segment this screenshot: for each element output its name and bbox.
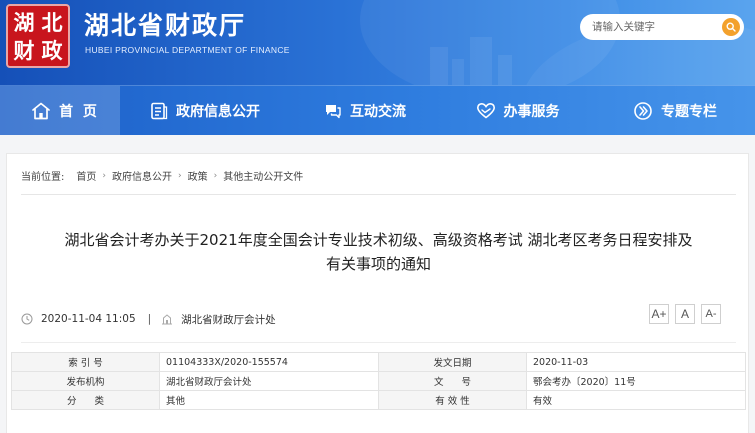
info-key: 有 效 性 — [378, 390, 527, 410]
header-decoration — [498, 55, 512, 85]
table-row: 分 类 其他 有 效 性 有效 — [11, 390, 746, 410]
chat-icon — [326, 105, 341, 119]
font-size-controls: A+ A A- — [649, 304, 721, 324]
main-nav: 首 页 政府信息公开 互动交流 办事服务 专题专栏 — [0, 85, 755, 136]
breadcrumb-label: 当前位置: — [21, 172, 65, 183]
finance-seal-logo[interactable]: 湖 北 财 政 — [6, 4, 70, 68]
clock-icon — [21, 313, 33, 325]
table-row: 索 引 号 01104333X/2020-155574 发文日期 2020-11… — [11, 352, 746, 372]
page-body: 当前位置: 首页 › 政府信息公开 › 政策 › 其他主动公开文件 湖北省会计考… — [0, 135, 755, 433]
nav-label: 办事服务 — [503, 104, 560, 120]
nav-item-topics[interactable]: 专题专栏 — [595, 86, 755, 136]
seal-char: 湖 — [13, 9, 35, 35]
info-key: 发文日期 — [378, 352, 527, 372]
nav-item-interaction[interactable]: 互动交流 — [290, 86, 440, 136]
seal-char: 财 — [13, 37, 35, 63]
info-key: 发布机构 — [11, 371, 160, 391]
article-title: 湖北省会计考办关于2021年度全国会计专业技术初级、高级资格考试 湖北考区考务日… — [27, 228, 730, 276]
header-decoration — [452, 59, 464, 85]
info-value: 有效 — [526, 390, 746, 410]
site-title[interactable]: 湖北省财政厅 — [84, 6, 246, 42]
breadcrumb-link[interactable]: 其他主动公开文件 — [223, 168, 303, 183]
document-icon — [151, 102, 168, 120]
chevron-right-icon: › — [213, 170, 218, 181]
article-title-line: 有关事项的通知 — [325, 255, 431, 273]
nav-item-home[interactable]: 首 页 — [0, 86, 120, 136]
site-header: 湖 北 财 政 湖北省财政厅 HUBEI PROVINCIAL DEPARTME… — [0, 0, 755, 85]
article-title-line: 湖北省会计考办关于2021年度全国会计专业技术初级、高级资格考试 湖北考区考务日… — [64, 231, 693, 249]
divider — [21, 194, 736, 195]
header-decoration — [430, 47, 448, 85]
chevron-right-icon: › — [177, 170, 182, 181]
site-subtitle: HUBEI PROVINCIAL DEPARTMENT OF FINANCE — [85, 45, 290, 55]
info-value: 01104333X/2020-155574 — [159, 352, 379, 372]
nav-item-services[interactable]: 办事服务 — [440, 86, 595, 136]
breadcrumb: 当前位置: 首页 › 政府信息公开 › 政策 › 其他主动公开文件 — [21, 168, 303, 184]
chevron-circle-icon — [634, 102, 652, 120]
search-box — [580, 14, 744, 40]
article-panel: 当前位置: 首页 › 政府信息公开 › 政策 › 其他主动公开文件 湖北省会计考… — [6, 153, 749, 433]
info-key: 分 类 — [11, 390, 160, 410]
article-meta: 2020-11-04 11:05 | 湖北省财政厅会计处 — [21, 310, 276, 328]
info-value: 2020-11-03 — [526, 352, 746, 372]
font-smaller-button[interactable]: A- — [701, 304, 721, 324]
font-normal-button[interactable]: A — [675, 304, 695, 324]
seal-char: 北 — [41, 9, 63, 35]
chevron-right-icon: › — [102, 170, 106, 181]
header-decoration — [470, 37, 492, 85]
info-value: 其他 — [159, 390, 379, 410]
building-icon — [162, 314, 173, 325]
meta-divider: | — [147, 313, 152, 325]
publish-datetime: 2020-11-04 11:05 — [41, 313, 136, 325]
nav-label: 专题专栏 — [661, 104, 717, 120]
breadcrumb-link[interactable]: 政府信息公开 — [112, 168, 172, 183]
nav-label: 首 页 — [59, 104, 97, 120]
info-key: 索 引 号 — [11, 352, 160, 372]
font-larger-button[interactable]: A+ — [649, 304, 669, 324]
nav-label: 互动交流 — [350, 104, 406, 120]
document-info-table: 索 引 号 01104333X/2020-155574 发文日期 2020-11… — [11, 352, 746, 410]
table-row: 发布机构 湖北省财政厅会计处 文 号 鄂会考办〔2020〕11号 — [11, 371, 746, 391]
breadcrumb-link[interactable]: 首页 — [76, 168, 96, 183]
source-org: 湖北省财政厅会计处 — [181, 313, 276, 326]
search-icon — [726, 22, 736, 32]
nav-item-gov-info[interactable]: 政府信息公开 — [120, 86, 290, 136]
breadcrumb-link[interactable]: 政策 — [188, 168, 208, 183]
nav-label: 政府信息公开 — [176, 104, 260, 120]
home-icon — [32, 102, 50, 120]
heart-hands-icon — [476, 102, 495, 119]
info-value: 鄂会考办〔2020〕11号 — [526, 371, 746, 391]
divider — [21, 342, 736, 343]
search-input[interactable] — [592, 21, 712, 33]
info-key: 文 号 — [378, 371, 527, 391]
seal-char: 政 — [41, 37, 63, 63]
search-button[interactable] — [722, 18, 740, 36]
info-value: 湖北省财政厅会计处 — [159, 371, 379, 391]
